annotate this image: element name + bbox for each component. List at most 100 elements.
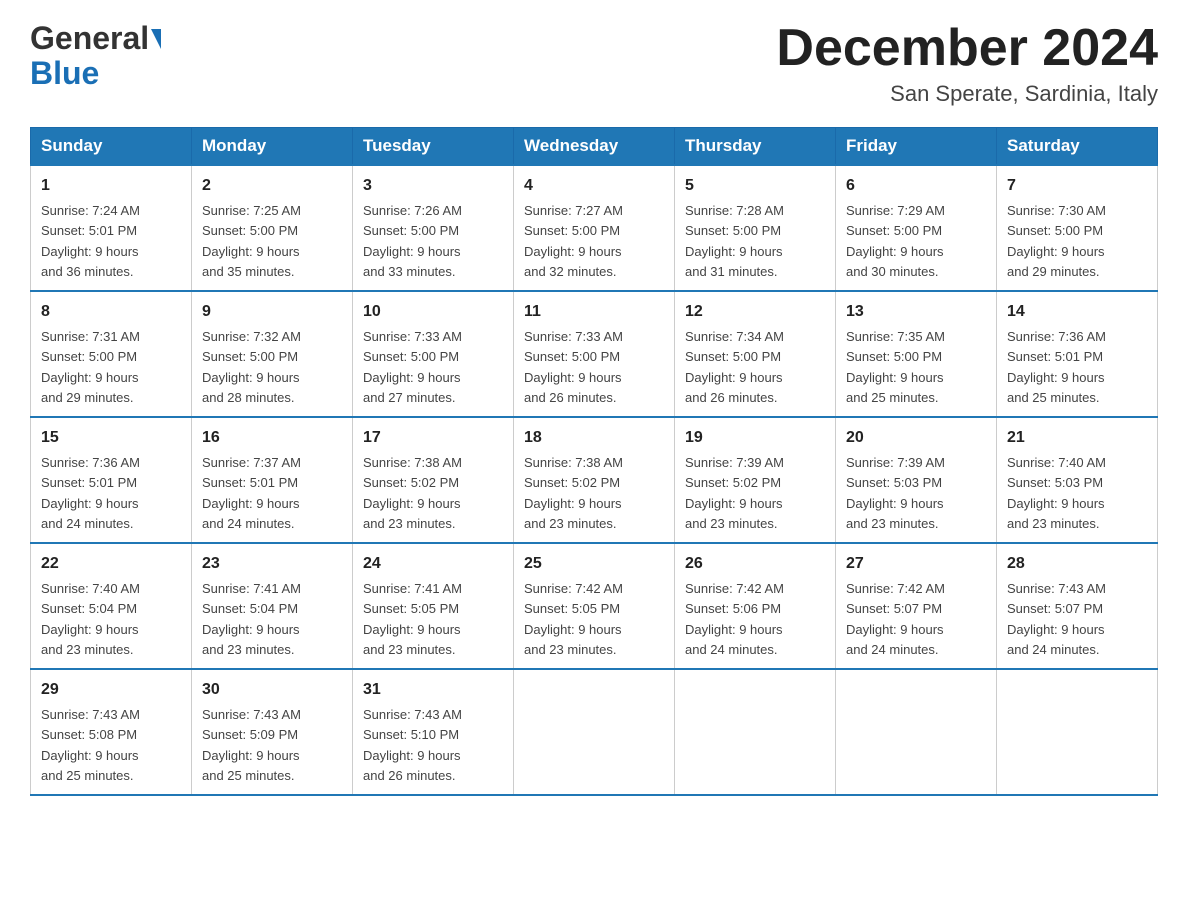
- day-number: 27: [846, 552, 986, 576]
- calendar-cell: 13 Sunrise: 7:35 AMSunset: 5:00 PMDaylig…: [836, 291, 997, 417]
- month-title: December 2024: [776, 20, 1158, 77]
- page-header: General Blue December 2024 San Sperate, …: [30, 20, 1158, 107]
- day-number: 12: [685, 300, 825, 324]
- day-number: 26: [685, 552, 825, 576]
- calendar-cell: [675, 669, 836, 795]
- logo-blue: Blue: [30, 55, 99, 92]
- calendar-cell: 28 Sunrise: 7:43 AMSunset: 5:07 PMDaylig…: [997, 543, 1158, 669]
- calendar-cell: 7 Sunrise: 7:30 AMSunset: 5:00 PMDayligh…: [997, 165, 1158, 291]
- day-info: Sunrise: 7:43 AMSunset: 5:08 PMDaylight:…: [41, 707, 140, 783]
- day-number: 18: [524, 426, 664, 450]
- calendar-week-2: 8 Sunrise: 7:31 AMSunset: 5:00 PMDayligh…: [31, 291, 1158, 417]
- col-thursday: Thursday: [675, 128, 836, 166]
- day-number: 28: [1007, 552, 1147, 576]
- day-info: Sunrise: 7:33 AMSunset: 5:00 PMDaylight:…: [363, 329, 462, 405]
- calendar-cell: 4 Sunrise: 7:27 AMSunset: 5:00 PMDayligh…: [514, 165, 675, 291]
- calendar-cell: 24 Sunrise: 7:41 AMSunset: 5:05 PMDaylig…: [353, 543, 514, 669]
- day-number: 8: [41, 300, 181, 324]
- calendar-table: Sunday Monday Tuesday Wednesday Thursday…: [30, 127, 1158, 796]
- day-info: Sunrise: 7:35 AMSunset: 5:00 PMDaylight:…: [846, 329, 945, 405]
- day-number: 29: [41, 678, 181, 702]
- day-info: Sunrise: 7:26 AMSunset: 5:00 PMDaylight:…: [363, 203, 462, 279]
- day-info: Sunrise: 7:42 AMSunset: 5:05 PMDaylight:…: [524, 581, 623, 657]
- calendar-cell: 23 Sunrise: 7:41 AMSunset: 5:04 PMDaylig…: [192, 543, 353, 669]
- day-info: Sunrise: 7:34 AMSunset: 5:00 PMDaylight:…: [685, 329, 784, 405]
- day-info: Sunrise: 7:43 AMSunset: 5:07 PMDaylight:…: [1007, 581, 1106, 657]
- col-monday: Monday: [192, 128, 353, 166]
- calendar-cell: 31 Sunrise: 7:43 AMSunset: 5:10 PMDaylig…: [353, 669, 514, 795]
- logo-general-text: General: [30, 20, 161, 57]
- calendar-cell: 16 Sunrise: 7:37 AMSunset: 5:01 PMDaylig…: [192, 417, 353, 543]
- day-number: 16: [202, 426, 342, 450]
- day-info: Sunrise: 7:36 AMSunset: 5:01 PMDaylight:…: [41, 455, 140, 531]
- day-info: Sunrise: 7:40 AMSunset: 5:04 PMDaylight:…: [41, 581, 140, 657]
- day-number: 14: [1007, 300, 1147, 324]
- calendar-cell: 19 Sunrise: 7:39 AMSunset: 5:02 PMDaylig…: [675, 417, 836, 543]
- day-number: 1: [41, 174, 181, 198]
- calendar-cell: 9 Sunrise: 7:32 AMSunset: 5:00 PMDayligh…: [192, 291, 353, 417]
- title-block: December 2024 San Sperate, Sardinia, Ita…: [776, 20, 1158, 107]
- calendar-week-4: 22 Sunrise: 7:40 AMSunset: 5:04 PMDaylig…: [31, 543, 1158, 669]
- day-info: Sunrise: 7:24 AMSunset: 5:01 PMDaylight:…: [41, 203, 140, 279]
- day-info: Sunrise: 7:40 AMSunset: 5:03 PMDaylight:…: [1007, 455, 1106, 531]
- calendar-cell: 18 Sunrise: 7:38 AMSunset: 5:02 PMDaylig…: [514, 417, 675, 543]
- calendar-cell: 29 Sunrise: 7:43 AMSunset: 5:08 PMDaylig…: [31, 669, 192, 795]
- calendar-cell: 14 Sunrise: 7:36 AMSunset: 5:01 PMDaylig…: [997, 291, 1158, 417]
- day-info: Sunrise: 7:39 AMSunset: 5:02 PMDaylight:…: [685, 455, 784, 531]
- calendar-header: Sunday Monday Tuesday Wednesday Thursday…: [31, 128, 1158, 166]
- day-info: Sunrise: 7:28 AMSunset: 5:00 PMDaylight:…: [685, 203, 784, 279]
- day-info: Sunrise: 7:42 AMSunset: 5:07 PMDaylight:…: [846, 581, 945, 657]
- calendar-cell: [514, 669, 675, 795]
- calendar-week-1: 1 Sunrise: 7:24 AMSunset: 5:01 PMDayligh…: [31, 165, 1158, 291]
- location-subtitle: San Sperate, Sardinia, Italy: [776, 81, 1158, 107]
- day-info: Sunrise: 7:38 AMSunset: 5:02 PMDaylight:…: [524, 455, 623, 531]
- day-number: 3: [363, 174, 503, 198]
- day-info: Sunrise: 7:42 AMSunset: 5:06 PMDaylight:…: [685, 581, 784, 657]
- day-number: 2: [202, 174, 342, 198]
- day-info: Sunrise: 7:37 AMSunset: 5:01 PMDaylight:…: [202, 455, 301, 531]
- calendar-cell: 5 Sunrise: 7:28 AMSunset: 5:00 PMDayligh…: [675, 165, 836, 291]
- logo-general: General: [30, 20, 149, 57]
- col-friday: Friday: [836, 128, 997, 166]
- day-number: 25: [524, 552, 664, 576]
- calendar-body: 1 Sunrise: 7:24 AMSunset: 5:01 PMDayligh…: [31, 165, 1158, 795]
- day-info: Sunrise: 7:29 AMSunset: 5:00 PMDaylight:…: [846, 203, 945, 279]
- day-number: 9: [202, 300, 342, 324]
- day-info: Sunrise: 7:41 AMSunset: 5:05 PMDaylight:…: [363, 581, 462, 657]
- calendar-week-5: 29 Sunrise: 7:43 AMSunset: 5:08 PMDaylig…: [31, 669, 1158, 795]
- calendar-cell: 6 Sunrise: 7:29 AMSunset: 5:00 PMDayligh…: [836, 165, 997, 291]
- calendar-cell: 21 Sunrise: 7:40 AMSunset: 5:03 PMDaylig…: [997, 417, 1158, 543]
- day-info: Sunrise: 7:32 AMSunset: 5:00 PMDaylight:…: [202, 329, 301, 405]
- calendar-cell: 2 Sunrise: 7:25 AMSunset: 5:00 PMDayligh…: [192, 165, 353, 291]
- day-number: 17: [363, 426, 503, 450]
- day-info: Sunrise: 7:33 AMSunset: 5:00 PMDaylight:…: [524, 329, 623, 405]
- calendar-cell: 27 Sunrise: 7:42 AMSunset: 5:07 PMDaylig…: [836, 543, 997, 669]
- day-info: Sunrise: 7:25 AMSunset: 5:00 PMDaylight:…: [202, 203, 301, 279]
- day-info: Sunrise: 7:38 AMSunset: 5:02 PMDaylight:…: [363, 455, 462, 531]
- calendar-cell: [836, 669, 997, 795]
- day-info: Sunrise: 7:41 AMSunset: 5:04 PMDaylight:…: [202, 581, 301, 657]
- day-number: 11: [524, 300, 664, 324]
- day-number: 10: [363, 300, 503, 324]
- day-info: Sunrise: 7:36 AMSunset: 5:01 PMDaylight:…: [1007, 329, 1106, 405]
- col-saturday: Saturday: [997, 128, 1158, 166]
- day-number: 13: [846, 300, 986, 324]
- calendar-cell: 15 Sunrise: 7:36 AMSunset: 5:01 PMDaylig…: [31, 417, 192, 543]
- day-header-row: Sunday Monday Tuesday Wednesday Thursday…: [31, 128, 1158, 166]
- calendar-cell: 1 Sunrise: 7:24 AMSunset: 5:01 PMDayligh…: [31, 165, 192, 291]
- day-info: Sunrise: 7:43 AMSunset: 5:10 PMDaylight:…: [363, 707, 462, 783]
- calendar-cell: 11 Sunrise: 7:33 AMSunset: 5:00 PMDaylig…: [514, 291, 675, 417]
- col-wednesday: Wednesday: [514, 128, 675, 166]
- calendar-cell: 25 Sunrise: 7:42 AMSunset: 5:05 PMDaylig…: [514, 543, 675, 669]
- day-number: 21: [1007, 426, 1147, 450]
- calendar-cell: 12 Sunrise: 7:34 AMSunset: 5:00 PMDaylig…: [675, 291, 836, 417]
- day-info: Sunrise: 7:31 AMSunset: 5:00 PMDaylight:…: [41, 329, 140, 405]
- day-number: 5: [685, 174, 825, 198]
- day-info: Sunrise: 7:39 AMSunset: 5:03 PMDaylight:…: [846, 455, 945, 531]
- day-number: 19: [685, 426, 825, 450]
- day-number: 22: [41, 552, 181, 576]
- day-info: Sunrise: 7:30 AMSunset: 5:00 PMDaylight:…: [1007, 203, 1106, 279]
- col-sunday: Sunday: [31, 128, 192, 166]
- calendar-cell: 26 Sunrise: 7:42 AMSunset: 5:06 PMDaylig…: [675, 543, 836, 669]
- day-info: Sunrise: 7:27 AMSunset: 5:00 PMDaylight:…: [524, 203, 623, 279]
